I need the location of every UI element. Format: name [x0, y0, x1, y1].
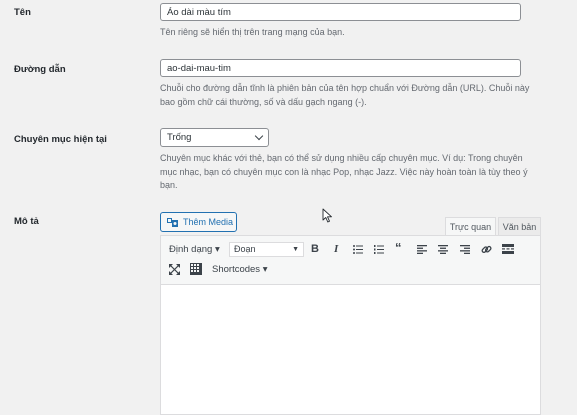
editor-toolbar: Định dạng ▾ Đoạn ▼ B I “ Shortcodes ▾	[161, 236, 540, 285]
italic-icon[interactable]: I	[334, 242, 338, 256]
mouse-cursor-icon	[322, 208, 332, 223]
paragraph-select[interactable]: Đoạn ▼	[229, 242, 304, 257]
link-icon[interactable]	[481, 244, 492, 255]
editor-content-area[interactable]	[161, 285, 540, 414]
add-media-label: Thêm Media	[183, 217, 234, 227]
parent-description: Chuyên mục khác với thẻ, bạn có thể sử d…	[160, 153, 528, 190]
slug-label: Đường dẫn	[14, 64, 66, 75]
format-menu[interactable]: Định dạng ▾	[169, 243, 220, 257]
name-input[interactable]	[160, 3, 521, 21]
bold-icon[interactable]: B	[311, 242, 319, 256]
editor-container: Định dạng ▾ Đoạn ▼ B I “ Shortcodes ▾	[160, 235, 541, 415]
fullscreen-icon[interactable]	[169, 264, 180, 275]
align-left-icon[interactable]	[417, 245, 427, 254]
media-icon	[167, 218, 178, 227]
numbered-list-icon[interactable]	[374, 245, 384, 254]
parent-select-value: Trống	[167, 132, 192, 143]
name-label: Tên	[14, 7, 31, 18]
paragraph-select-value: Đoạn	[234, 244, 256, 254]
align-right-icon[interactable]	[460, 245, 470, 254]
chevron-down-icon	[254, 131, 264, 141]
read-more-icon[interactable]	[502, 244, 514, 254]
blockquote-icon[interactable]: “	[395, 241, 402, 255]
description-label: Mô tả	[14, 216, 39, 227]
toolbar-toggle-icon[interactable]	[190, 263, 202, 275]
name-description: Tên riêng sẽ hiển thị trên trang mạng củ…	[160, 27, 345, 37]
tab-visual[interactable]: Trực quan	[445, 217, 496, 235]
align-center-icon[interactable]	[438, 245, 448, 254]
slug-input[interactable]	[160, 59, 521, 77]
shortcodes-menu[interactable]: Shortcodes ▾	[212, 263, 267, 277]
tab-text[interactable]: Văn bản	[498, 217, 541, 235]
caret-down-icon: ▼	[292, 246, 299, 253]
parent-label: Chuyên mục hiện tại	[14, 134, 107, 145]
parent-select[interactable]: Trống	[160, 128, 269, 147]
add-media-button[interactable]: Thêm Media	[160, 212, 237, 232]
slug-description: Chuỗi cho đường dẫn tĩnh là phiên bản củ…	[160, 83, 530, 107]
bullet-list-icon[interactable]	[353, 245, 363, 254]
